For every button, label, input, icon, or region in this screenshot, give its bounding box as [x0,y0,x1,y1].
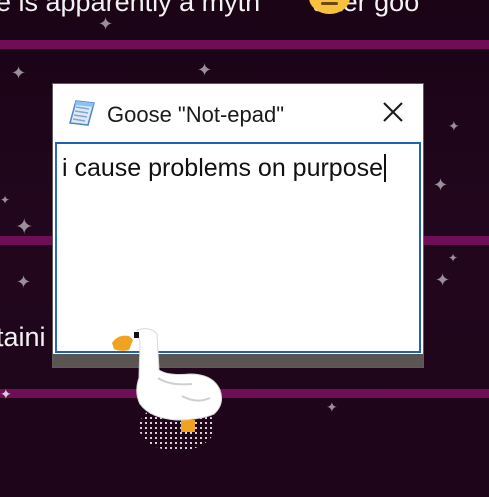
sparkle-icon: ✦ [448,251,459,265]
notepad-icon [68,99,96,127]
editor-content[interactable]: i cause problems on purpose [62,154,383,182]
sparkle-icon: ✦ [15,214,34,239]
close-icon [382,101,404,123]
sparkle-icon: ✦ [433,175,449,195]
background-top-text: e is apparently a myth after goo [0,0,419,18]
stripe-bottom [0,389,489,398]
notepad-window[interactable]: Goose "Not-epad" i cause problems on pur… [53,84,423,367]
window-title: Goose "Not-epad" [107,102,285,127]
stripe-top [0,40,489,49]
goose-icon[interactable] [110,322,232,457]
sparkle-icon: ✦ [11,63,27,83]
sparkle-icon: ✦ [98,14,114,34]
sparkle-icon: ✦ [16,272,32,292]
sparkle-icon: ✦ [0,386,12,402]
sparkle-icon: ✦ [197,60,213,80]
sparkle-icon: ✦ [448,118,460,134]
title-bar[interactable]: Goose "Not-epad" [53,84,423,142]
sparkle-icon: ✦ [435,270,451,290]
text-caret [384,154,387,182]
sparkle-icon: ✦ [0,193,11,207]
sparkle-icon: ✦ [326,399,338,415]
background-top-text-main: e is apparently a myth [0,0,261,17]
background-side-text: taini [0,322,46,352]
status-bar [53,354,423,367]
close-button[interactable] [359,86,423,140]
